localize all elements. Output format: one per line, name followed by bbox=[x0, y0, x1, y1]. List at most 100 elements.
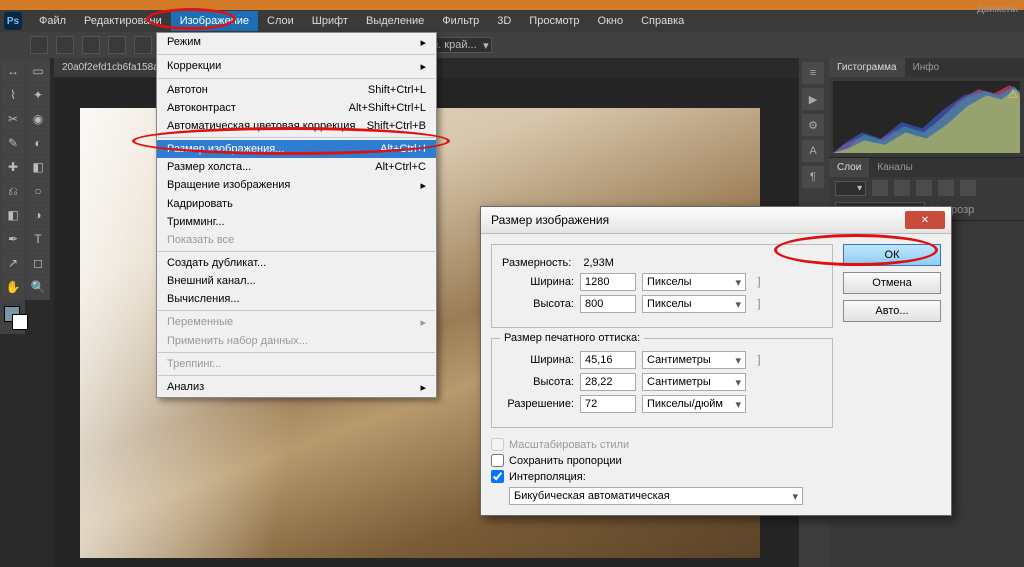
width-unit-select[interactable]: Пикселы bbox=[642, 273, 746, 291]
checkbox-icon[interactable] bbox=[491, 438, 504, 451]
menu-item-mode[interactable]: Режим▸ bbox=[157, 33, 436, 52]
menu-edit[interactable]: Редактировани bbox=[75, 11, 171, 31]
menu-item-apply-dataset: Применить набор данных... bbox=[157, 332, 436, 350]
menu-image[interactable]: Изображение bbox=[171, 11, 258, 31]
scale-styles-checkbox[interactable]: Масштабировать стили bbox=[491, 438, 833, 451]
tab-histogram[interactable]: Гистограмма bbox=[829, 58, 905, 77]
print-height-unit-select[interactable]: Сантиметры bbox=[642, 373, 746, 391]
height-input[interactable] bbox=[580, 295, 636, 313]
menu-window[interactable]: Окно bbox=[589, 11, 633, 31]
opt-icon-3[interactable] bbox=[108, 36, 126, 54]
menu-item-duplicate[interactable]: Создать дубликат... bbox=[157, 254, 436, 272]
menu-view[interactable]: Просмотр bbox=[520, 11, 588, 31]
properties-panel-icon[interactable]: ⚙ bbox=[802, 114, 824, 136]
gradient-tool-icon[interactable]: ◧ bbox=[2, 204, 24, 226]
checkbox-icon[interactable] bbox=[491, 454, 504, 467]
brush-tool-icon[interactable]: ✎ bbox=[2, 132, 24, 154]
motion-label[interactable]: Движени bbox=[977, 4, 1018, 15]
checkbox-icon[interactable] bbox=[491, 470, 504, 483]
auto-button[interactable]: Авто... bbox=[843, 300, 941, 322]
menu-item-rotation[interactable]: Вращение изображения▸ bbox=[157, 176, 436, 195]
print-width-unit-select[interactable]: Сантиметры bbox=[642, 351, 746, 369]
paragraph-panel-icon[interactable]: ¶ bbox=[802, 166, 824, 188]
menu-item-label: Тримминг... bbox=[167, 216, 225, 228]
eyedrop-tool-icon[interactable]: ◉ bbox=[27, 108, 49, 130]
menu-item-label: Автоматическая цветовая коррекция bbox=[167, 120, 355, 132]
opt-icon-4[interactable] bbox=[134, 36, 152, 54]
resolution-input[interactable] bbox=[580, 395, 636, 413]
close-button[interactable]: ✕ bbox=[905, 211, 945, 229]
eraser-tool-icon[interactable]: ◧ bbox=[27, 156, 49, 178]
crop-tool-icon[interactable]: ✂ bbox=[2, 108, 24, 130]
width-input[interactable] bbox=[580, 273, 636, 291]
menu-3d[interactable]: 3D bbox=[488, 11, 520, 31]
tab-info[interactable]: Инфо bbox=[905, 58, 948, 77]
menu-item-trim[interactable]: Тримминг... bbox=[157, 213, 436, 231]
healing-tool-icon[interactable]: ✚ bbox=[2, 156, 24, 178]
tab-layers[interactable]: Слои bbox=[829, 158, 869, 177]
menu-select[interactable]: Выделение bbox=[357, 11, 433, 31]
menu-item-autocontrast[interactable]: АвтоконтрастAlt+Shift+Ctrl+L bbox=[157, 99, 436, 117]
resolution-unit-select[interactable]: Пикселы/дюйм bbox=[642, 395, 746, 413]
histogram-svg: ⚠ bbox=[833, 81, 1020, 153]
filter-icon-2[interactable] bbox=[894, 180, 910, 196]
actions-panel-icon[interactable]: ▶ bbox=[802, 88, 824, 110]
cancel-button[interactable]: Отмена bbox=[843, 272, 941, 294]
chevron-right-icon: ▸ bbox=[420, 36, 426, 49]
path-tool-icon[interactable]: ↗ bbox=[2, 252, 24, 274]
menu-item-analysis[interactable]: Анализ▸ bbox=[157, 378, 436, 397]
filter-icon-1[interactable] bbox=[872, 180, 888, 196]
dialog-titlebar[interactable]: Размер изображения ✕ bbox=[481, 207, 951, 234]
marquee-tool-icon[interactable]: ▭ bbox=[27, 60, 49, 82]
move-tool-icon[interactable]: ↔ bbox=[2, 60, 24, 82]
menu-separator bbox=[158, 375, 435, 376]
ok-button[interactable]: ОК bbox=[843, 244, 941, 266]
zoom-tool-icon[interactable]: 🔍 bbox=[27, 276, 49, 298]
link-icon[interactable]: ] bbox=[752, 354, 766, 366]
background-swatch[interactable] bbox=[12, 314, 28, 330]
menu-item-corrections[interactable]: Коррекции▸ bbox=[157, 57, 436, 76]
layer-filter-select[interactable] bbox=[835, 181, 866, 196]
history-panel-icon[interactable]: ≡ bbox=[802, 62, 824, 84]
print-height-input[interactable] bbox=[580, 373, 636, 391]
wand-tool-icon[interactable]: ✦ bbox=[27, 84, 49, 106]
menu-layers[interactable]: Слои bbox=[258, 11, 303, 31]
filter-icon-4[interactable] bbox=[938, 180, 954, 196]
print-width-input[interactable] bbox=[580, 351, 636, 369]
menu-file[interactable]: Файл bbox=[30, 11, 75, 31]
dodge-tool-icon[interactable]: ◑ bbox=[27, 204, 49, 226]
hand-tool-icon[interactable]: ✋ bbox=[2, 276, 24, 298]
character-panel-icon[interactable]: A bbox=[802, 140, 824, 162]
clone-tool-icon[interactable]: ⎌ bbox=[2, 180, 24, 202]
tab-channels[interactable]: Каналы bbox=[869, 158, 921, 177]
menu-item-crop[interactable]: Кадрировать bbox=[157, 195, 436, 213]
constrain-proportions-checkbox[interactable]: Сохранить пропорции bbox=[491, 454, 833, 467]
menu-item-image-size[interactable]: Размер изображения...Alt+Ctrl+I bbox=[157, 140, 436, 158]
filter-icon-5[interactable] bbox=[960, 180, 976, 196]
menu-item-canvas-size[interactable]: Размер холста...Alt+Ctrl+C bbox=[157, 158, 436, 176]
menu-help[interactable]: Справка bbox=[632, 11, 693, 31]
opt-icon-2[interactable] bbox=[82, 36, 100, 54]
resample-method-select[interactable]: Бикубическая автоматическая bbox=[509, 487, 803, 505]
link-icon[interactable]: ] bbox=[752, 298, 766, 310]
menu-item-calculations[interactable]: Вычисления... bbox=[157, 290, 436, 308]
menu-type[interactable]: Шрифт bbox=[303, 11, 357, 31]
type-tool-icon[interactable]: T bbox=[27, 228, 49, 250]
patch-tool-icon[interactable]: ◐ bbox=[27, 132, 49, 154]
tool-preset-icon[interactable] bbox=[30, 36, 48, 54]
opt-icon-1[interactable] bbox=[56, 36, 74, 54]
shape-tool-icon[interactable]: ◻ bbox=[27, 252, 49, 274]
menu-item-autocolor[interactable]: Автоматическая цветовая коррекцияShift+C… bbox=[157, 117, 436, 135]
menu-item-autotone[interactable]: АвтотонShift+Ctrl+L bbox=[157, 81, 436, 99]
color-swatches[interactable] bbox=[2, 306, 23, 332]
pen-tool-icon[interactable]: ✒ bbox=[2, 228, 24, 250]
menu-item-variables: Переменные▸ bbox=[157, 313, 436, 332]
filter-icon-3[interactable] bbox=[916, 180, 932, 196]
blur-tool-icon[interactable]: ○ bbox=[27, 180, 49, 202]
link-icon[interactable]: ] bbox=[752, 276, 766, 288]
resample-checkbox[interactable]: Интерполяция: bbox=[491, 470, 833, 483]
height-unit-select[interactable]: Пикселы bbox=[642, 295, 746, 313]
menu-filter[interactable]: Фильтр bbox=[433, 11, 488, 31]
lasso-tool-icon[interactable]: ⌇ bbox=[2, 84, 24, 106]
menu-item-apply-image[interactable]: Внешний канал... bbox=[157, 272, 436, 290]
